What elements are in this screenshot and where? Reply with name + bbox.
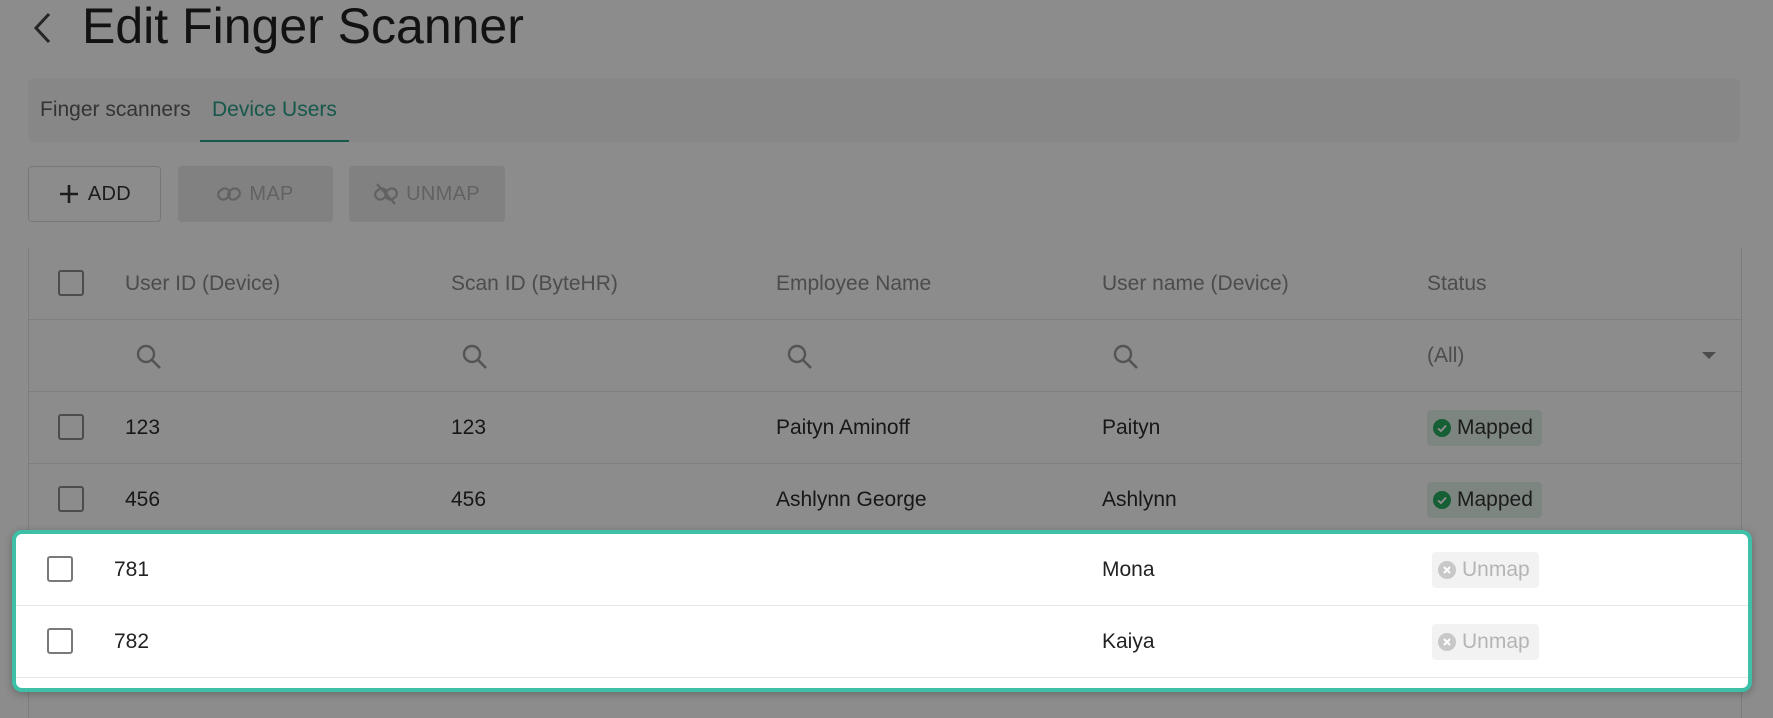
- table-row[interactable]: 782 Kaiya Unmap: [16, 606, 1748, 678]
- username-cell: Mona: [1102, 558, 1155, 581]
- status-label: Unmap: [1462, 630, 1530, 653]
- x-circle-icon: [1438, 561, 1456, 579]
- x-circle-icon: [1438, 633, 1456, 651]
- highlighted-rows-panel: 781 Mona Unmap 782 Kaiya Unmap: [12, 530, 1752, 692]
- status-badge: Unmap: [1432, 624, 1539, 660]
- table-row[interactable]: 781 Mona Unmap: [16, 534, 1748, 606]
- row-checkbox[interactable]: [47, 556, 73, 582]
- page: Edit Finger Scanner Finger scanners Devi…: [0, 0, 1773, 718]
- username-cell: Kaiya: [1102, 630, 1155, 653]
- status-label: Unmap: [1462, 558, 1530, 581]
- user-id-cell: 781: [114, 558, 150, 581]
- user-id-cell: 782: [114, 630, 150, 653]
- row-checkbox[interactable]: [47, 628, 73, 654]
- status-badge: Unmap: [1432, 552, 1539, 588]
